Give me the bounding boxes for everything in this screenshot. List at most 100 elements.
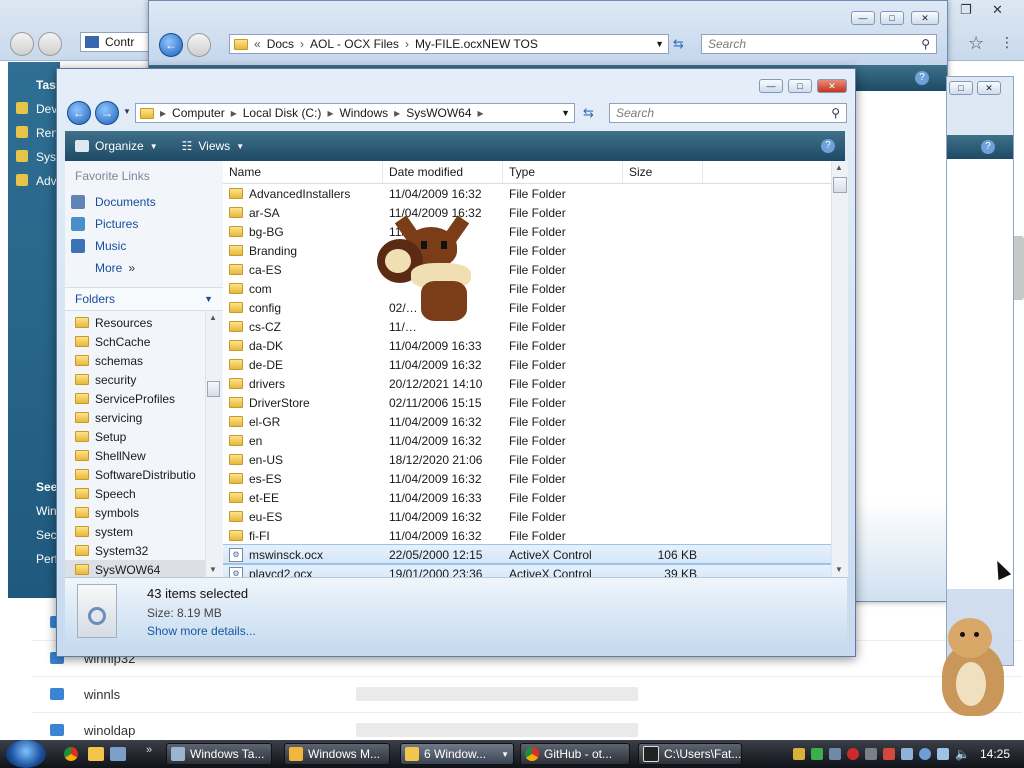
security-alert-icon[interactable] bbox=[847, 748, 860, 760]
tray-app-icon[interactable] bbox=[829, 748, 842, 760]
file-row[interactable]: et-EE 11/04/2009 16:33 File Folder bbox=[223, 488, 831, 507]
recent-pages-chevron-icon[interactable]: ▼ bbox=[123, 107, 131, 116]
explorer-search-input[interactable]: Search ⚲ bbox=[609, 103, 847, 123]
help-icon[interactable]: ? bbox=[915, 71, 929, 85]
file-row[interactable]: es-ES 11/04/2009 16:32 File Folder bbox=[223, 469, 831, 488]
breadcrumb[interactable]: Docs bbox=[267, 37, 294, 51]
file-row[interactable]: eu-ES 11/04/2009 16:32 File Folder bbox=[223, 507, 831, 526]
file-row[interactable]: config 02/… File Folder bbox=[223, 298, 831, 317]
sidebar-link[interactable]: Sec bbox=[36, 528, 57, 542]
refresh-icon[interactable]: ⇆ bbox=[583, 105, 594, 121]
scroll-up-icon[interactable]: ▲ bbox=[835, 163, 843, 172]
sidebar-link[interactable]: Win bbox=[36, 504, 57, 518]
back-button[interactable] bbox=[10, 32, 34, 56]
hamster-gadget[interactable] bbox=[930, 618, 1010, 718]
file-row[interactable]: ar-SA 11/04/2009 16:32 File Folder bbox=[223, 203, 831, 222]
favorite-more[interactable]: More » bbox=[65, 257, 223, 279]
file-row[interactable]: com File Folder bbox=[223, 279, 831, 298]
tree-item[interactable]: System32 bbox=[65, 541, 205, 560]
folder-icon[interactable] bbox=[88, 747, 104, 761]
tree-item[interactable]: symbols bbox=[65, 503, 205, 522]
close-icon[interactable]: ✕ bbox=[992, 2, 1003, 18]
taskbar-button-github[interactable]: GitHub - ot... bbox=[520, 743, 630, 765]
favorite-music[interactable]: Music bbox=[65, 235, 223, 257]
tree-scrollbar-thumb[interactable] bbox=[207, 381, 220, 397]
column-size[interactable]: Size bbox=[623, 161, 703, 183]
tree-item[interactable]: ServiceProfiles bbox=[65, 389, 205, 408]
folders-header[interactable]: Folders ▼ bbox=[65, 287, 223, 311]
sidebar-link[interactable]: Perf bbox=[36, 552, 58, 566]
tray-app-icon[interactable] bbox=[793, 748, 806, 760]
file-row[interactable]: DriverStore 02/11/2006 15:15 File Folder bbox=[223, 393, 831, 412]
breadcrumb[interactable]: My-FILE.ocxNEW TOS bbox=[415, 37, 538, 51]
breadcrumb-local-disk[interactable]: Local Disk (C:) bbox=[243, 106, 322, 120]
tree-item[interactable]: SchCache bbox=[65, 332, 205, 351]
chevron-down-icon[interactable]: ▼ bbox=[561, 108, 570, 118]
file-row[interactable]: Branding File Folder bbox=[223, 241, 831, 260]
file-row[interactable]: en 11/04/2009 16:32 File Folder bbox=[223, 431, 831, 450]
docs-address-bar[interactable]: « Docs › AOL - OCX Files › My-FILE.ocxNEW … bbox=[229, 34, 669, 54]
column-name[interactable]: Name bbox=[223, 161, 383, 183]
breadcrumb-syswow64[interactable]: SysWOW64 bbox=[406, 106, 471, 120]
tree-item[interactable]: servicing bbox=[65, 408, 205, 427]
search-icon[interactable]: ⚲ bbox=[831, 106, 840, 120]
forward-button[interactable] bbox=[38, 32, 62, 56]
taskbar-button-task-manager[interactable]: Windows Ta... bbox=[166, 743, 272, 765]
tree-item[interactable]: SoftwareDistributio bbox=[65, 465, 205, 484]
close-button[interactable]: ✕ bbox=[911, 11, 939, 25]
menu-icon[interactable]: ⋮ bbox=[1000, 34, 1014, 51]
tree-item[interactable]: system bbox=[65, 522, 205, 541]
breadcrumb[interactable]: AOL - OCX Files bbox=[310, 37, 399, 51]
file-row[interactable]: ⚙ mswinsck.ocx 22/05/2000 12:15 ActiveX Con… bbox=[223, 544, 831, 565]
views-menu[interactable]: ☷ Views ▼ bbox=[182, 139, 244, 153]
tray-app-icon[interactable] bbox=[883, 748, 896, 760]
tree-item[interactable]: Resources bbox=[65, 313, 205, 332]
close-button[interactable]: ✕ bbox=[977, 81, 1001, 95]
sidebar-link[interactable]: Ren bbox=[36, 126, 58, 140]
tree-item[interactable]: Speech bbox=[65, 484, 205, 503]
tree-item[interactable]: security bbox=[65, 370, 205, 389]
scroll-down-icon[interactable]: ▼ bbox=[835, 565, 843, 574]
file-row[interactable]: ⚙ playcd2.ocx 19/01/2000 23:36 ActiveX Cont… bbox=[223, 563, 831, 578]
network-icon[interactable] bbox=[937, 748, 950, 760]
browser-address-bar[interactable]: Contr bbox=[80, 32, 150, 52]
tray-app-icon[interactable] bbox=[901, 748, 914, 760]
column-type[interactable]: Type bbox=[503, 161, 623, 183]
clock[interactable]: 14:25 bbox=[980, 747, 1010, 761]
scroll-down-icon[interactable]: ▼ bbox=[209, 565, 217, 574]
tree-scrollbar[interactable]: ▲ ▼ bbox=[205, 311, 222, 577]
volume-icon[interactable]: 🔈 bbox=[955, 747, 970, 761]
back-button[interactable]: ← bbox=[159, 33, 183, 57]
sidebar-link[interactable]: Dev bbox=[36, 102, 57, 116]
help-icon[interactable] bbox=[919, 748, 932, 760]
file-row[interactable]: bg-BG11/0…File Folder bbox=[223, 222, 831, 241]
explorer-address-bar[interactable]: ▸ Computer ▸ Local Disk (C:) ▸ Windows ▸ Sy… bbox=[135, 103, 575, 123]
tray-app-icon[interactable] bbox=[811, 748, 824, 760]
back-button[interactable]: ← bbox=[67, 101, 91, 125]
tray-app-icon[interactable] bbox=[865, 748, 878, 760]
tree-item[interactable]: SysWOW64 bbox=[65, 560, 205, 577]
tree-item[interactable]: Setup bbox=[65, 427, 205, 446]
file-row[interactable]: da-DK 11/04/2009 16:33 File Folder bbox=[223, 336, 831, 355]
favorite-documents[interactable]: Documents bbox=[65, 191, 223, 213]
favorite-pictures[interactable]: Pictures bbox=[65, 213, 223, 235]
taskbar-button-explorer-group[interactable]: 6 Window... ▼ bbox=[400, 743, 514, 765]
minimize-button[interactable]: — bbox=[759, 79, 783, 93]
column-date-modified[interactable]: Date modified bbox=[383, 161, 503, 183]
maximize-button[interactable]: □ bbox=[880, 11, 904, 25]
favorite-star-icon[interactable]: ☆ bbox=[968, 33, 984, 54]
help-icon[interactable]: ? bbox=[821, 139, 835, 153]
breadcrumb-computer[interactable]: Computer bbox=[172, 106, 225, 120]
file-row[interactable]: ca-ES File Folder bbox=[223, 260, 831, 279]
quick-launch-overflow-icon[interactable]: » bbox=[146, 744, 152, 756]
tree-item[interactable]: schemas bbox=[65, 351, 205, 370]
restore-icon[interactable]: ❐ bbox=[960, 2, 972, 18]
file-row[interactable]: el-GR 11/04/2009 16:32 File Folder bbox=[223, 412, 831, 431]
file-row[interactable]: cs-CZ 11/… File Folder bbox=[223, 317, 831, 336]
file-scrollbar-thumb[interactable] bbox=[833, 177, 847, 193]
docs-search-input[interactable]: Search ⚲ bbox=[701, 34, 937, 54]
breadcrumb-windows[interactable]: Windows bbox=[339, 106, 388, 120]
minimize-button[interactable]: — bbox=[851, 11, 875, 25]
file-row[interactable]: fi-FI 11/04/2009 16:32 File Folder bbox=[223, 526, 831, 545]
forward-button[interactable]: → bbox=[95, 101, 119, 125]
